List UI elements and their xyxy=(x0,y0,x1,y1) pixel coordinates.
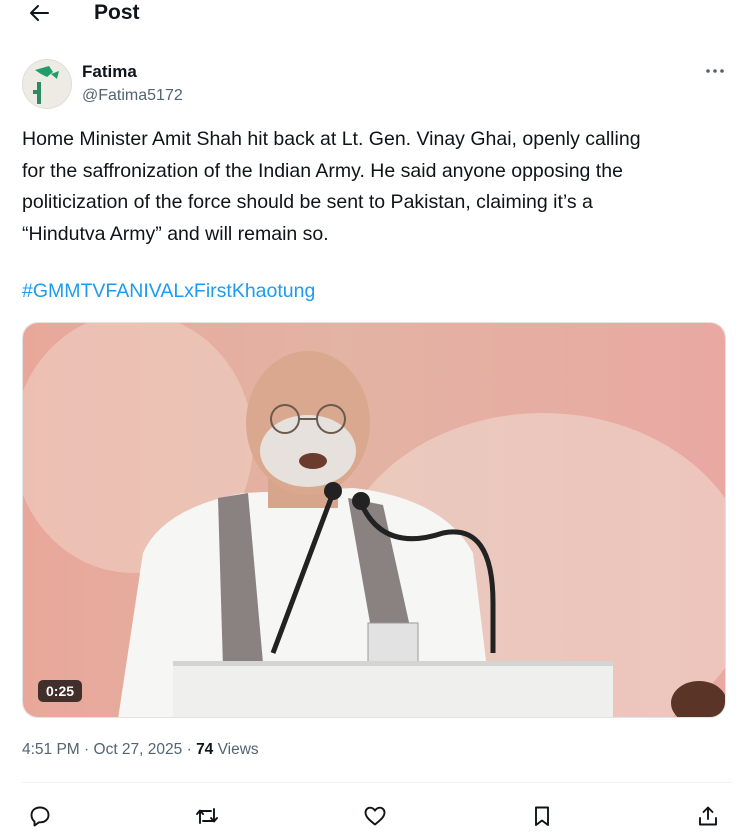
divider xyxy=(22,782,732,783)
more-options-button[interactable] xyxy=(700,60,730,82)
meta-separator: · xyxy=(182,741,197,758)
top-bar: Post xyxy=(0,0,746,28)
post-metadata: 4:51 PM · Oct 27, 2025 · 74 Views xyxy=(22,740,259,760)
action-bar xyxy=(0,798,746,832)
avatar-image xyxy=(23,60,71,108)
views-count: 74 xyxy=(196,741,214,758)
heart-icon xyxy=(364,806,386,826)
meta-separator: · xyxy=(79,741,94,758)
repost-icon xyxy=(196,808,218,824)
share-button[interactable] xyxy=(692,802,724,830)
avatar[interactable] xyxy=(22,59,72,109)
post-text: Home Minister Amit Shah hit back at Lt. … xyxy=(22,128,641,245)
bookmark-icon xyxy=(535,806,549,826)
views-label: Views xyxy=(213,741,259,758)
post-time[interactable]: 4:51 PM xyxy=(22,741,80,758)
post-date[interactable]: Oct 27, 2025 xyxy=(94,741,183,758)
author-handle[interactable]: @Fatima5172 xyxy=(82,86,183,106)
back-button[interactable] xyxy=(24,0,54,26)
author-name[interactable]: Fatima xyxy=(82,62,137,82)
video-duration-badge: 0:25 xyxy=(38,680,83,702)
like-button[interactable] xyxy=(359,802,391,830)
page-title: Post xyxy=(94,1,140,24)
reply-icon xyxy=(30,806,50,827)
video-player[interactable]: 0:25 xyxy=(22,322,726,718)
share-icon xyxy=(699,806,717,826)
arrow-left-icon xyxy=(30,5,49,21)
video-thumbnail xyxy=(23,323,725,717)
hashtag-link[interactable]: #GMMTVFANIVALxFirstKhaotung xyxy=(22,276,315,306)
bookmark-button[interactable] xyxy=(526,802,558,830)
more-icon xyxy=(706,69,724,73)
reply-button[interactable] xyxy=(24,802,56,830)
repost-button[interactable] xyxy=(191,802,223,830)
